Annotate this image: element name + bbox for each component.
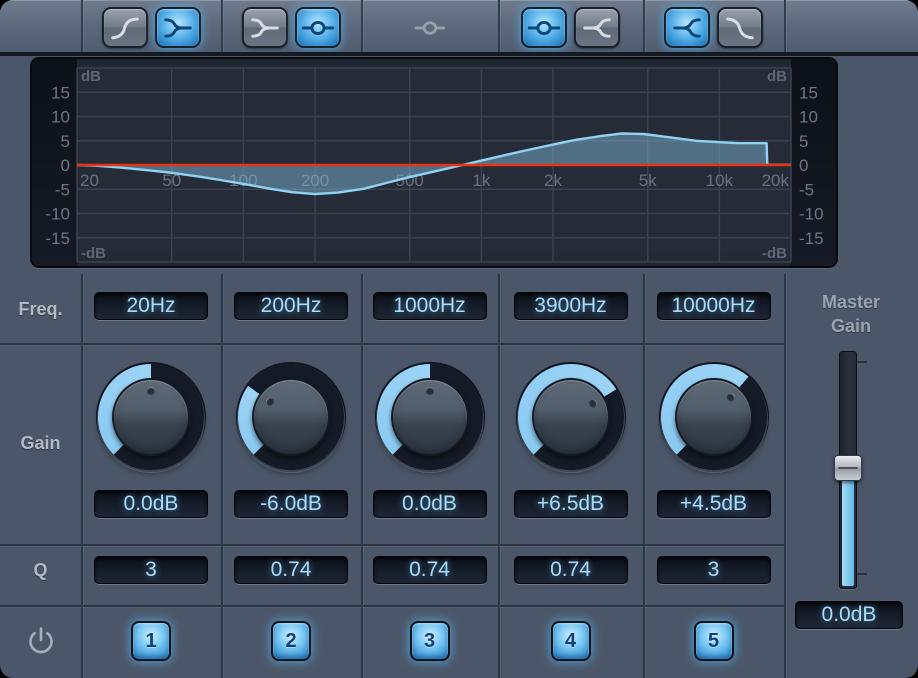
knob-pointer-dot (588, 398, 598, 408)
q-row-label: Q (0, 560, 81, 581)
power-icon (24, 624, 58, 658)
master-gain-slider-fill (842, 478, 854, 586)
svg-text:10: 10 (799, 108, 818, 127)
freq-field-band-4[interactable]: 3900Hz (514, 292, 628, 320)
freq-field-band-1[interactable]: 20Hz (94, 292, 208, 320)
band-column-1: 20Hz 0.0dB 3 1 (81, 0, 221, 678)
channel-eq-window: 151510105500-5-5-10-10-15-15205010020050… (0, 0, 918, 678)
master-gain-label-line2: Gain (784, 314, 918, 338)
q-field-band-3[interactable]: 0.74 (373, 556, 487, 584)
q-field-band-1[interactable]: 3 (94, 556, 208, 584)
svg-text:-15: -15 (799, 229, 824, 248)
knob-pointer-dot (725, 392, 736, 403)
svg-text:10: 10 (51, 108, 70, 127)
freq-field-band-5[interactable]: 10000Hz (657, 292, 771, 320)
knob-pointer-dot (147, 387, 155, 394)
gain-knob-band-2[interactable] (238, 364, 344, 470)
gain-knob-band-1[interactable] (98, 364, 204, 470)
band-4-enable-button[interactable]: 4 (551, 621, 591, 661)
knob-pointer-dot (264, 396, 274, 407)
gain-knob-band-4[interactable] (518, 364, 624, 470)
gain-knob-band-3[interactable] (377, 364, 483, 470)
gain-field-band-1[interactable]: 0.0dB (94, 490, 208, 518)
band-2-enable-button[interactable]: 2 (271, 621, 311, 661)
master-gain-label-line1: Master (784, 290, 918, 314)
band-5-enable-button[interactable]: 5 (694, 621, 734, 661)
svg-text:15: 15 (51, 83, 70, 102)
band-column-4: 3900Hz +6.5dB 0.74 4 (498, 0, 643, 678)
power-button[interactable] (24, 624, 58, 658)
gain-row-label: Gain (0, 433, 81, 454)
svg-text:-10: -10 (799, 205, 824, 224)
q-field-band-5[interactable]: 3 (657, 556, 771, 584)
band-column-3: 1000Hz 0.0dB 0.74 3 (361, 0, 498, 678)
master-gain-label: Master Gain (784, 290, 918, 338)
svg-text:5: 5 (799, 132, 808, 151)
freq-row-label: Freq. (0, 299, 81, 320)
svg-text:-10: -10 (45, 205, 70, 224)
svg-text:5: 5 (61, 132, 70, 151)
gain-field-band-5[interactable]: +4.5dB (657, 490, 771, 518)
freq-field-band-2[interactable]: 200Hz (234, 292, 348, 320)
svg-text:0: 0 (799, 156, 808, 175)
gain-field-band-2[interactable]: -6.0dB (234, 490, 348, 518)
gain-field-band-3[interactable]: 0.0dB (373, 490, 487, 518)
slider-tick-bottom (857, 573, 867, 575)
gain-knob-band-5[interactable] (661, 364, 767, 470)
slider-tick-top (857, 361, 867, 363)
band-column-5: 10000Hz +4.5dB 3 5 (643, 0, 784, 678)
svg-text:15: 15 (799, 83, 818, 102)
freq-field-band-3[interactable]: 1000Hz (373, 292, 487, 320)
gain-field-band-4[interactable]: +6.5dB (514, 490, 628, 518)
svg-text:-5: -5 (799, 180, 814, 199)
band-column-2: 200Hz -6.0dB 0.74 2 (221, 0, 361, 678)
svg-text:-5: -5 (55, 180, 70, 199)
master-gain-slider-thumb[interactable] (834, 455, 862, 481)
svg-text:-15: -15 (45, 229, 70, 248)
band-1-enable-button[interactable]: 1 (131, 621, 171, 661)
q-field-band-2[interactable]: 0.74 (234, 556, 348, 584)
knob-pointer-dot (426, 387, 434, 394)
svg-text:0: 0 (61, 156, 70, 175)
band-3-enable-button[interactable]: 3 (410, 621, 450, 661)
q-field-band-4[interactable]: 0.74 (514, 556, 628, 584)
toolbar-divider (784, 0, 786, 53)
master-gain-field[interactable]: 0.0dB (795, 601, 903, 629)
